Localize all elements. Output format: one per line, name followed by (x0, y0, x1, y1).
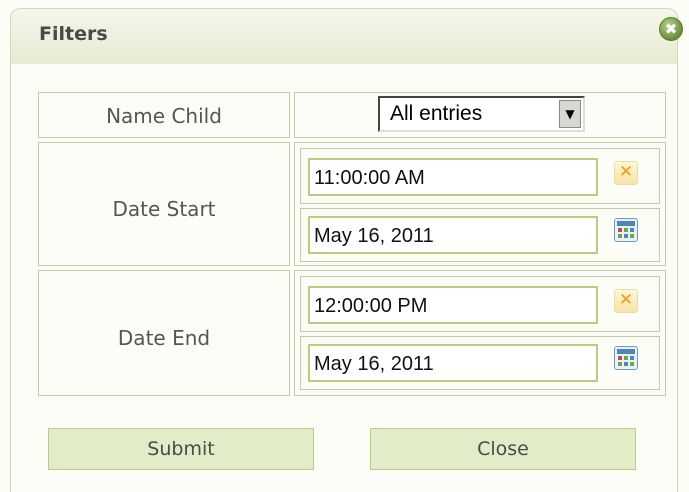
date-start-time-value: 11:00:00 AM (314, 167, 425, 189)
filters-dialog: Filters ✖ Name Child All entries ▼ Date … (0, 0, 689, 492)
dialog-titlebar: Filters ✖ (10, 8, 683, 64)
name-child-label-cell: Name Child (38, 92, 290, 138)
date-end-date-value: May 16, 2011 (314, 353, 434, 375)
date-end-label-cell: Date End (38, 270, 290, 396)
date-end-date-input[interactable]: May 16, 2011 (308, 344, 598, 382)
submit-button[interactable]: Submit (48, 428, 314, 470)
date-start-date-value: May 16, 2011 (314, 225, 434, 247)
date-start-label: Date Start (112, 197, 216, 221)
name-child-select[interactable]: All entries ▼ (378, 96, 585, 132)
dropdown-arrow-icon[interactable]: ▼ (559, 100, 581, 128)
date-end-clear-icon[interactable]: ✕ (614, 289, 638, 313)
date-end-time-value: 12:00:00 PM (314, 295, 428, 317)
date-end-label: Date End (117, 326, 211, 350)
dialog-title: Filters (39, 23, 108, 45)
date-start-clear-icon[interactable]: ✕ (614, 161, 638, 185)
date-start-date-input[interactable]: May 16, 2011 (308, 216, 598, 254)
close-dialog-icon[interactable]: ✖ (659, 17, 683, 41)
date-start-time-input[interactable]: 11:00:00 AM (308, 158, 598, 196)
date-end-calendar-icon[interactable] (614, 346, 638, 370)
date-start-calendar-icon[interactable] (614, 218, 638, 242)
date-start-label-cell: Date Start (38, 142, 290, 266)
name-child-select-value: All entries (390, 102, 483, 125)
close-button[interactable]: Close (370, 428, 636, 470)
name-child-label: Name Child (106, 104, 222, 128)
date-end-time-input[interactable]: 12:00:00 PM (308, 286, 598, 324)
